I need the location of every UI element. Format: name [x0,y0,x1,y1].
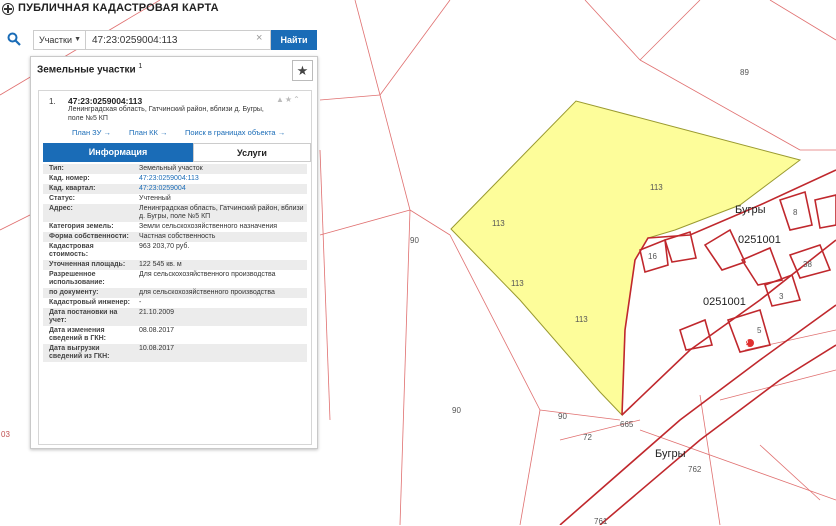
app-title: ПУБЛИЧНАЯ КАДАСТРОВАЯ КАРТА [18,2,219,14]
favorite-button[interactable]: ★ [292,60,313,81]
search-bar: Участки ▼ × Найти [0,28,320,54]
star-icon: ★ [296,63,309,78]
search-input[interactable] [86,30,271,50]
item-address: Ленинградская область, Гатчинский район,… [68,106,264,122]
map-label: 72 [583,433,592,442]
attribute-row: Кад. квартал: 47:23:0259004 [43,184,307,194]
attribute-value: - [139,299,142,306]
search-type-select[interactable]: Участки ▼ [33,30,86,50]
warning-icon[interactable]: ▲ [276,95,285,104]
attribute-row: Тип: Земельный участок [43,164,307,174]
map-label: 8 [793,208,798,217]
map-label: 762 [688,465,702,474]
attribute-value: Земельный участок [139,165,203,172]
map-label: 113 [511,279,524,288]
panel-title-text: Земельные участки [37,64,136,76]
tab-services[interactable]: Услуги [193,143,311,162]
attribute-value[interactable]: 47:23:0259004 [136,184,307,194]
map-label: 89 [740,68,749,77]
attribute-key: Кад. номер: [49,175,90,182]
attribute-value: Для сельскохозяйственного производства [139,271,276,278]
attribute-row: Разрешенное использование: Для сельскохоз… [43,270,307,288]
attribute-row: Кад. номер: 47:23:0259004:113 [43,174,307,184]
map-label: 113 [492,219,505,228]
map-label: 90 [558,412,567,421]
map-label: 113 [575,315,588,324]
attribute-key: Разрешенное использование: [49,271,105,286]
attribute-row: Адрес: Ленинградская область, Гатчинский … [43,204,307,222]
map-label: 03 [1,430,10,439]
attribute-row: Кадастровый инженер: - [43,298,307,308]
attributes-table: Тип: Земельный участок Кад. номер: 47:23:02… [43,164,307,362]
map-label: 113 [650,183,663,192]
item-number: 1. [49,97,56,106]
map-label: 665 [620,420,634,429]
plan-kk-link[interactable]: План КК → [129,128,168,137]
attribute-row: Статус: Учтенный [43,194,307,204]
attribute-value: Ленинградская область, Гатчинский район,… [139,205,304,220]
attribute-row: Кадастровая стоимость: 963 203,70 руб. [43,242,307,260]
chevron-down-icon: ▼ [74,36,81,43]
quarter-label: 0251001 [703,296,746,308]
result-card[interactable]: 1. 47:23:0259004:113 Ленинградская облас… [38,90,312,445]
attribute-value: 10.08.2017 [139,345,175,352]
attribute-row: Дата изменения сведений в ГКН: 08.08.2017 [43,326,307,344]
attribute-key: Кад. квартал: [49,185,96,192]
attribute-key: Дата изменения сведений в ГКН: [49,327,106,342]
quarter-label: 0251001 [738,234,781,246]
map-label: 90 [452,406,461,415]
attribute-key: Дата выгрузки сведений из ГКН: [49,345,110,360]
attribute-value: 21.10.2009 [139,309,175,316]
attribute-key: Статус: [49,195,75,202]
attribute-value[interactable]: 47:23:0259004:113 [136,174,307,184]
locality-label: Бугры [735,204,766,216]
star-icon[interactable]: ★ [285,95,293,104]
locality-label: Бугры [655,448,686,460]
attribute-row: Дата постановки на учет: 21.10.2009 [43,308,307,326]
attribute-value: Земли сельскохозяйственного назначения [139,223,278,230]
attribute-value: 122 545 кв. м [139,261,182,268]
search-type-label: Участки [39,35,72,45]
map-label: 90 [410,236,419,245]
tabs: Информация Услуги [43,143,311,162]
attribute-value: 963 203,70 руб. [139,243,190,250]
attribute-value: 08.08.2017 [139,327,175,334]
attribute-key: Тип: [49,165,64,172]
map-label: 38 [803,260,812,269]
attribute-row: по документу: для сельскохозяйственного п… [43,288,307,298]
logo-icon [2,3,14,15]
plan-zu-link[interactable]: План ЗУ → [72,128,111,137]
attribute-value: для сельскохозяйственного производства [139,289,275,296]
result-count: 1 [138,63,143,70]
attribute-key: Уточненная площадь: [49,261,126,268]
header: ПУБЛИЧНАЯ КАДАСТРОВАЯ КАРТА [0,0,836,22]
attribute-key: по документу: [49,289,99,296]
panel-title: Земельные участки 1 [37,63,142,75]
results-panel: Земельные участки 1 ★ 1. 47:23:0259004:1… [30,56,318,449]
close-icon[interactable]: × [256,32,262,44]
search-bounds-link[interactable]: Поиск в границах объекта → [185,128,285,137]
attribute-key: Кадастровый инженер: [49,299,131,306]
map-label: 2 [744,339,749,348]
attribute-key: Дата постановки на учет: [49,309,118,324]
attribute-row: Уточненная площадь: 122 545 кв. м [43,260,307,270]
tab-info[interactable]: Информация [43,143,193,162]
attribute-row: Категория земель: Земли сельскохозяйствен… [43,222,307,232]
attribute-row: Дата выгрузки сведений из ГКН: 10.08.2017 [43,344,307,362]
chevron-up-icon[interactable]: ⌃ [293,95,301,104]
map-label: 5 [757,326,762,335]
item-actions: ▲★⌃ [276,95,301,104]
attribute-key: Форма собственности: [49,233,129,240]
attribute-value: Частная собственность [139,233,216,240]
attribute-value: Учтенный [139,195,171,202]
attribute-key: Кадастровая стоимость: [49,243,94,258]
map-label: 16 [648,252,657,261]
attribute-row: Форма собственности: Частная собственност… [43,232,307,242]
search-icon[interactable] [7,32,21,46]
attribute-key: Категория земель: [49,223,114,230]
map-label: 3 [779,292,784,301]
attribute-key: Адрес: [49,205,73,212]
find-button[interactable]: Найти [271,30,317,50]
